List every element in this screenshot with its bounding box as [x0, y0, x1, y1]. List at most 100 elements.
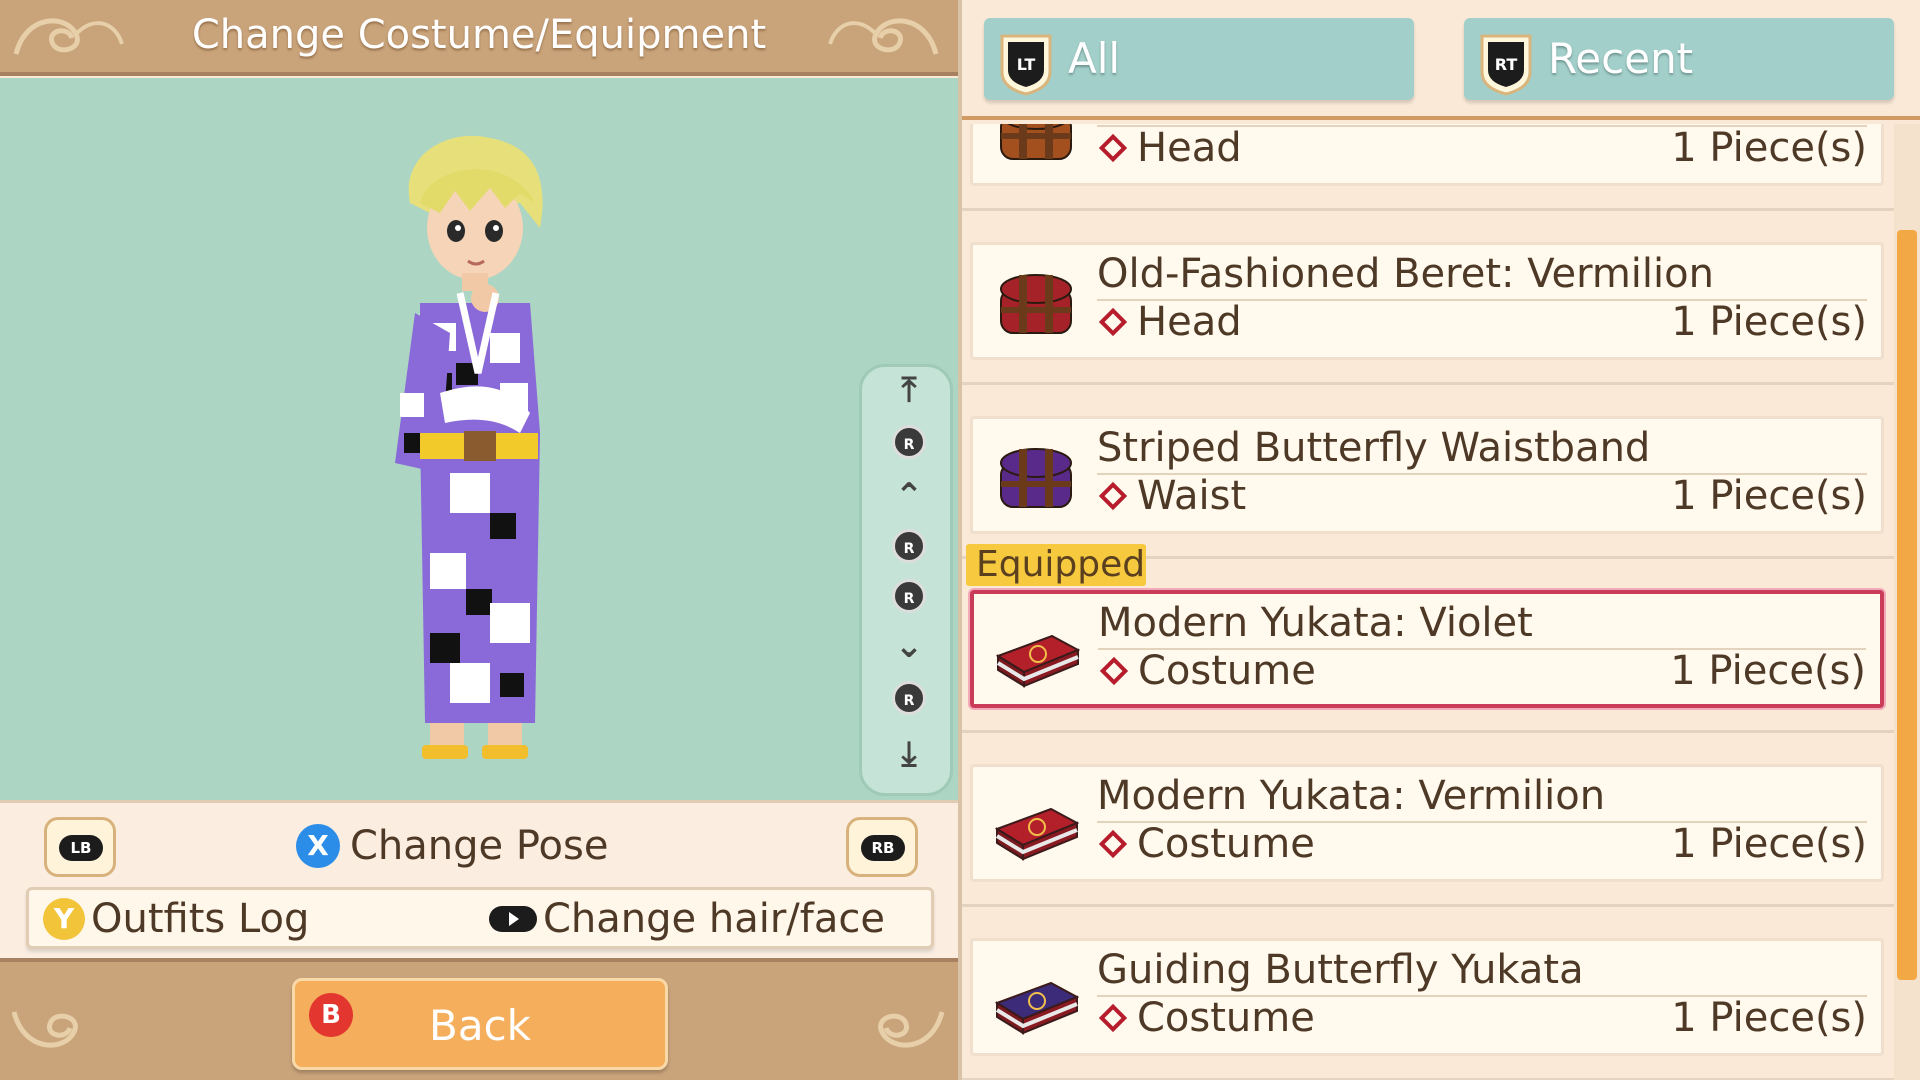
accessory-box-icon [1000, 448, 1072, 508]
svg-text:RT: RT [1495, 55, 1518, 74]
footer-bar: B Back [0, 958, 958, 1080]
r-stick-up-icon: R [862, 425, 956, 459]
diamond-icon [1098, 829, 1128, 859]
screen: { "header": { "title": "Change Costume/E… [0, 0, 1920, 1080]
accessory-box-icon [1000, 274, 1072, 334]
costume-case-icon [994, 807, 1080, 861]
rb-icon: RB [861, 835, 905, 861]
item-name: Modern Yukata: Violet [1098, 600, 1533, 646]
r-stick-right-icon: R [862, 579, 956, 613]
diamond-icon [1098, 481, 1128, 511]
back-label: Back [429, 1001, 531, 1050]
change-hair-face-label: Change hair/face [543, 896, 885, 942]
diamond-icon [1098, 1003, 1128, 1033]
diamond-icon [1099, 656, 1129, 686]
rb-button[interactable]: RB [846, 817, 918, 877]
item-category: Costume [1097, 995, 1315, 1041]
inventory-panel: LT All RT Recent Inari Mask: Worn Sidewa… [962, 0, 1920, 1080]
item-card: Modern Yukata: Violet Costume 1 Piece(s) [970, 590, 1884, 708]
inventory-item[interactable]: Inari Mask: Worn SidewaysHead1 Piece(s) [966, 124, 1884, 198]
item-quantity: 1 Piece(s) [1671, 125, 1867, 171]
lb-button[interactable]: LB [44, 817, 116, 877]
x-button-icon: X [296, 824, 340, 868]
ornament-bottom-right-icon [878, 1011, 945, 1048]
page-title: Change Costume/Equipment [191, 12, 767, 58]
r-stick-down-icon: R [862, 681, 956, 715]
item-category: Head [1097, 125, 1242, 171]
row-separator [962, 208, 1894, 211]
inventory-item[interactable]: Old-Fashioned Beret: Vermilion Head 1 Piec… [966, 242, 1884, 372]
item-quantity: 1 Piece(s) [1671, 995, 1867, 1041]
item-category: Head [1097, 299, 1242, 345]
preview-controls: LB X Change Pose RB Y Outfits Log Change… [0, 800, 958, 958]
diamond-icon [1098, 307, 1128, 337]
equipped-tag: Equipped [966, 544, 1146, 586]
row-separator [962, 382, 1894, 385]
change-pose-button[interactable]: X Change Pose [296, 823, 608, 869]
item-quantity: 1 Piece(s) [1671, 821, 1867, 867]
title-bar: Change Costume/Equipment [0, 0, 958, 76]
item-category: Waist [1097, 473, 1246, 519]
filter-tabs: LT All RT Recent [962, 0, 1920, 120]
item-category-label: Head [1137, 125, 1242, 171]
item-category-label: Waist [1137, 473, 1247, 519]
character-model [395, 135, 543, 759]
item-name: Modern Yukata: Vermilion [1097, 773, 1606, 819]
scrollbar-thumb[interactable] [1897, 230, 1917, 980]
item-category-label: Costume [1137, 995, 1315, 1041]
accessory-box-icon [1000, 124, 1072, 160]
item-quantity: 1 Piece(s) [1671, 299, 1867, 345]
row-separator [962, 730, 1894, 733]
item-name: Guiding Butterfly Yukata [1097, 947, 1584, 993]
inventory-item[interactable]: Modern Yukata: Vermilion Costume 1 Piece(s… [966, 764, 1884, 894]
preview-panel: Change Costume/Equipment ⤒ R ⌃ R R ⌄ R ⤓… [0, 0, 958, 1080]
item-quantity: 1 Piece(s) [1670, 648, 1866, 694]
ornament-right-icon [828, 18, 939, 55]
item-card: Inari Mask: Worn SidewaysHead1 Piece(s) [970, 124, 1884, 186]
r-stick-left-icon: R [862, 529, 956, 563]
camera-nav-rail: ⤒ R ⌃ R R ⌄ R ⤓ [859, 364, 953, 796]
inventory-item[interactable]: Modern Yukata: Violet Costume 1 Piece(s) [966, 590, 1884, 720]
item-list[interactable]: Inari Mask: Worn SidewaysHead1 Piece(s)O… [962, 124, 1894, 1080]
lt-button-icon: LT [1000, 34, 1052, 96]
rt-button-icon: RT [1480, 34, 1532, 96]
costume-case-icon [994, 981, 1080, 1035]
item-name: Striped Butterfly Waistband [1097, 425, 1651, 471]
row-separator [962, 904, 1894, 907]
change-pose-label: Change Pose [350, 823, 609, 869]
item-card: Striped Butterfly Waistband Waist 1 Piece(… [970, 416, 1884, 534]
item-category-label: Costume [1137, 821, 1315, 867]
back-button[interactable]: B Back [292, 978, 668, 1070]
outfits-log-button[interactable]: Y Outfits Log [43, 896, 309, 942]
lb-icon: LB [59, 835, 103, 861]
right-stick-icon [489, 906, 537, 932]
item-category-label: Costume [1138, 648, 1316, 694]
item-category: Costume [1098, 648, 1316, 694]
tab-all-label: All [1068, 34, 1121, 83]
item-card: Old-Fashioned Beret: Vermilion Head 1 Piec… [970, 242, 1884, 360]
ornament-bottom-left-icon [11, 1011, 78, 1048]
tab-recent[interactable]: RT Recent [1464, 18, 1894, 100]
preview-options-bar: Y Outfits Log Change hair/face [26, 887, 934, 949]
item-card: Modern Yukata: Vermilion Costume 1 Piece(s… [970, 764, 1884, 882]
zoom-down-icon[interactable]: ⌄ [862, 629, 956, 663]
diamond-icon [1098, 133, 1128, 163]
zoom-up-icon[interactable]: ⌃ [862, 479, 956, 513]
item-category: Costume [1097, 821, 1315, 867]
tab-all[interactable]: LT All [984, 18, 1414, 100]
item-card: Guiding Butterfly Yukata Costume 1 Piece(s… [970, 938, 1884, 1056]
scroll-top-icon[interactable]: ⤒ [862, 373, 956, 407]
list-scrollbar[interactable] [1894, 124, 1920, 1080]
inventory-item[interactable]: Striped Butterfly Waistband Waist 1 Piece(… [966, 416, 1884, 546]
item-category-label: Head [1137, 299, 1242, 345]
item-name: Old-Fashioned Beret: Vermilion [1097, 251, 1714, 297]
scroll-bottom-icon[interactable]: ⤓ [862, 737, 956, 771]
costume-case-icon [995, 634, 1081, 688]
tab-recent-label: Recent [1548, 34, 1694, 83]
character-viewer[interactable]: ⤒ R ⌃ R R ⌄ R ⤓ [0, 78, 958, 800]
inventory-item[interactable]: Guiding Butterfly Yukata Costume 1 Piece(s… [966, 938, 1884, 1068]
svg-text:LT: LT [1017, 55, 1036, 74]
item-quantity: 1 Piece(s) [1671, 473, 1867, 519]
y-button-icon: Y [43, 898, 85, 940]
change-hair-face-button[interactable]: Change hair/face [489, 896, 885, 942]
